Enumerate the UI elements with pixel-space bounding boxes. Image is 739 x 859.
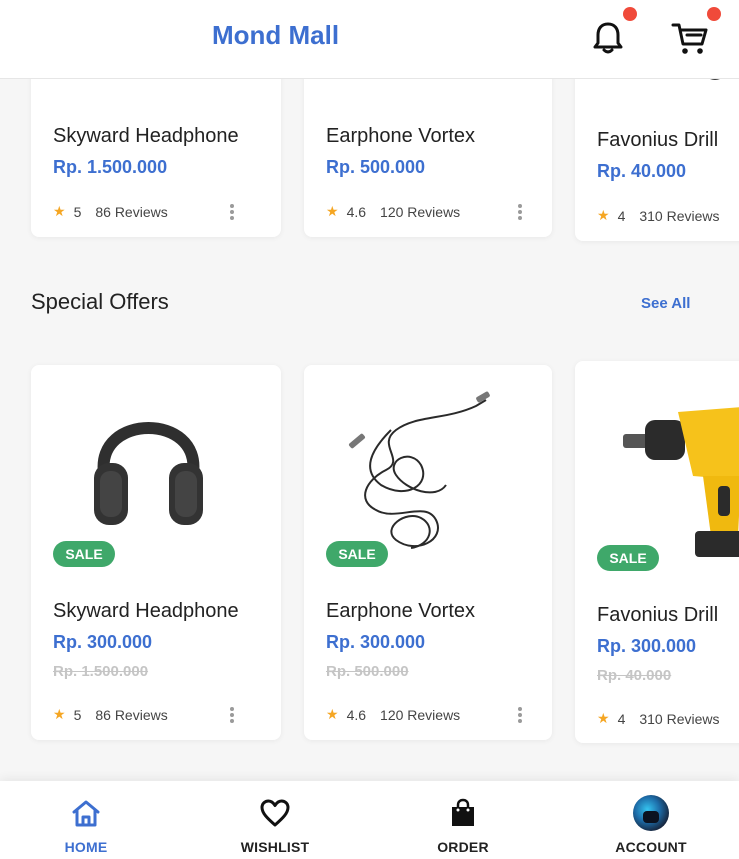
rating-row: ★ 4 310 Reviews bbox=[597, 710, 720, 727]
review-count: 86 Reviews bbox=[95, 706, 168, 723]
star-icon: ★ bbox=[597, 710, 610, 726]
review-count: 86 Reviews bbox=[95, 203, 168, 220]
sale-badge: SALE bbox=[53, 541, 115, 567]
see-all-link[interactable]: See All bbox=[641, 295, 690, 312]
home-icon bbox=[72, 800, 100, 827]
heart-icon bbox=[260, 799, 290, 827]
sale-badge: SALE bbox=[326, 541, 388, 567]
avatar bbox=[633, 795, 669, 831]
cart-icon bbox=[671, 23, 708, 54]
star-icon: ★ bbox=[326, 706, 339, 722]
notification-badge bbox=[623, 7, 637, 21]
product-card-skyward[interactable]: SALE Skyward Headphone Rp. 300.000 Rp. 1… bbox=[31, 365, 281, 740]
star-icon: ★ bbox=[597, 207, 610, 223]
rating-value: 4 bbox=[617, 710, 626, 727]
product-name: Skyward Headphone bbox=[53, 125, 239, 147]
brand-title: Mond Mall bbox=[212, 20, 340, 50]
product-price: Rp. 300.000 bbox=[53, 632, 153, 652]
review-count: 120 Reviews bbox=[380, 203, 461, 220]
product-price: Rp. 40.000 bbox=[597, 161, 687, 181]
cart-badge bbox=[707, 7, 721, 21]
product-name: Earphone Vortex bbox=[326, 125, 475, 147]
product-price: Rp. 1.500.000 bbox=[53, 157, 168, 177]
original-price: Rp. 40.000 bbox=[597, 667, 672, 684]
cart-button[interactable] bbox=[670, 18, 710, 58]
review-count: 310 Reviews bbox=[639, 207, 720, 224]
nav-home[interactable]: HOME bbox=[26, 781, 146, 859]
shopping-bag-icon bbox=[452, 798, 474, 826]
rating-value: 5 bbox=[73, 706, 82, 723]
product-price: Rp. 500.000 bbox=[326, 157, 426, 177]
product-price: Rp. 300.000 bbox=[326, 632, 426, 652]
nav-wishlist[interactable]: WISHLIST bbox=[215, 781, 335, 859]
headphone-image bbox=[94, 422, 203, 525]
bottom-navigation: HOME WISHLIST ORDER ACCOUNT bbox=[0, 781, 739, 859]
more-options-icon[interactable] bbox=[517, 706, 523, 724]
nav-account-label: ACCOUNT bbox=[615, 839, 687, 855]
rating-value: 4.6 bbox=[346, 203, 367, 220]
product-name: Earphone Vortex bbox=[326, 600, 475, 622]
original-price: Rp. 500.000 bbox=[326, 663, 409, 680]
bell-icon bbox=[593, 22, 623, 54]
nav-order-label: ORDER bbox=[437, 839, 489, 855]
notification-button[interactable] bbox=[588, 18, 628, 58]
rating-row: ★ 4.6 120 Reviews bbox=[326, 706, 460, 723]
rating-value: 5 bbox=[73, 203, 82, 220]
product-card-earphone[interactable]: SALE Earphone Vortex Rp. 300.000 Rp. 500… bbox=[304, 365, 552, 740]
more-options-icon[interactable] bbox=[229, 706, 235, 724]
rating-row: ★ 5 86 Reviews bbox=[53, 203, 168, 220]
product-name: Favonius Drill bbox=[597, 129, 719, 151]
product-card-drill[interactable]: SALE Favonius Drill Rp. 300.000 Rp. 40.0… bbox=[575, 361, 739, 743]
nav-home-label: HOME bbox=[64, 839, 108, 855]
review-count: 310 Reviews bbox=[639, 710, 720, 727]
sale-badge: SALE bbox=[597, 545, 659, 571]
earphone-image bbox=[348, 391, 490, 549]
section-title-special-offers: Special Offers bbox=[31, 289, 169, 314]
product-name: Favonius Drill bbox=[597, 604, 719, 626]
more-options-icon[interactable] bbox=[229, 203, 235, 221]
app-header: Mond Mall bbox=[0, 0, 739, 79]
product-price: Rp. 300.000 bbox=[597, 636, 697, 656]
product-name: Skyward Headphone bbox=[53, 600, 239, 622]
rating-row: ★ 4.6 120 Reviews bbox=[326, 203, 460, 220]
star-icon: ★ bbox=[326, 203, 339, 219]
nav-order[interactable]: ORDER bbox=[403, 781, 523, 859]
review-count: 120 Reviews bbox=[380, 706, 461, 723]
star-icon: ★ bbox=[53, 203, 66, 219]
nav-account[interactable]: ACCOUNT bbox=[591, 781, 711, 859]
more-options-icon[interactable] bbox=[517, 203, 523, 221]
star-icon: ★ bbox=[53, 706, 66, 722]
rating-value: 4 bbox=[617, 207, 626, 224]
rating-value: 4.6 bbox=[346, 706, 367, 723]
original-price: Rp. 1.500.000 bbox=[53, 663, 149, 680]
nav-wishlist-label: WISHLIST bbox=[240, 839, 310, 855]
rating-row: ★ 5 86 Reviews bbox=[53, 706, 168, 723]
drill-image bbox=[623, 407, 739, 557]
rating-row: ★ 4 310 Reviews bbox=[597, 207, 720, 224]
